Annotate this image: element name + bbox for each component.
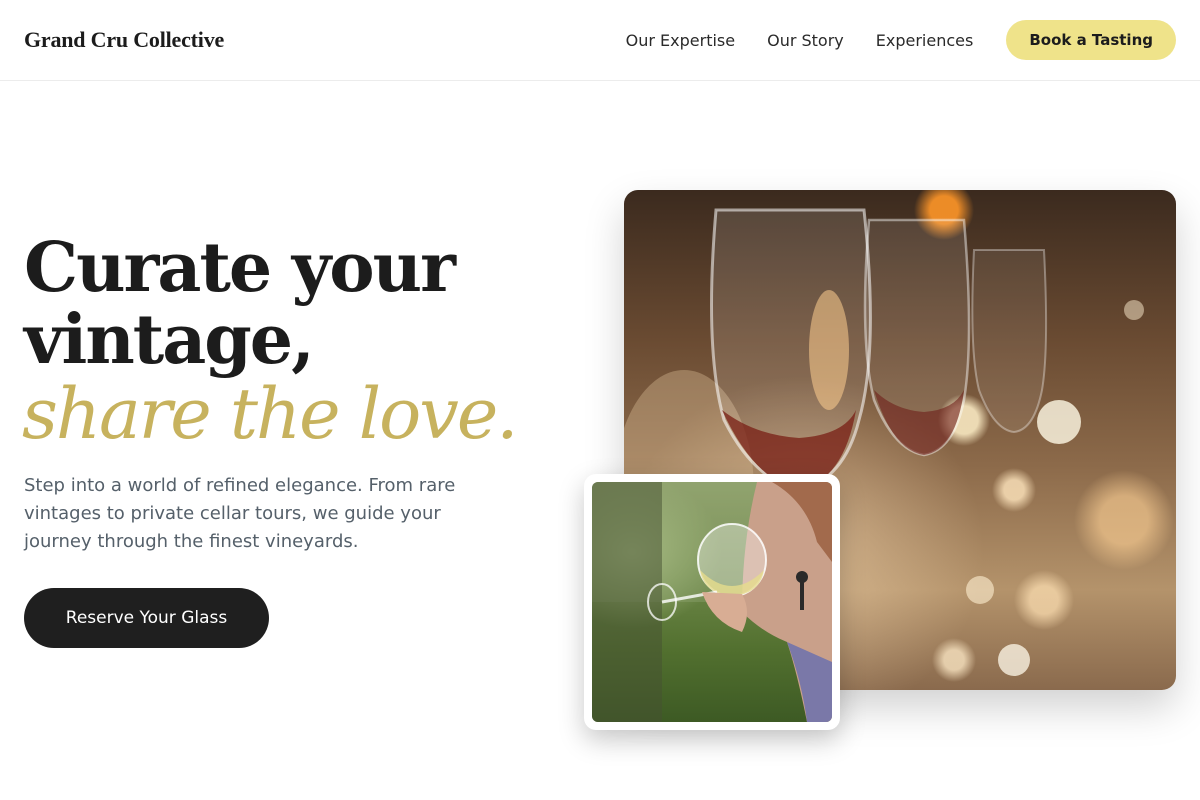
- nav-link-our-story[interactable]: Our Story: [767, 31, 844, 50]
- hero-title: Curate your vintage,: [24, 228, 456, 380]
- hero-subtitle: Step into a world of refined elegance. F…: [24, 475, 456, 552]
- brand-logo[interactable]: Grand Cru Collective: [24, 27, 224, 53]
- woman-tasting-wine-photo: [592, 482, 832, 722]
- nav-link-our-expertise[interactable]: Our Expertise: [626, 31, 735, 50]
- nav-link-experiences[interactable]: Experiences: [876, 31, 974, 50]
- hero-title-line-2: vintage,: [24, 300, 315, 380]
- book-tasting-button[interactable]: Book a Tasting: [1006, 20, 1176, 60]
- hero-accent-text: share the love.: [22, 373, 519, 455]
- hero-title-line-1: Curate your: [24, 228, 456, 308]
- reserve-glass-button[interactable]: Reserve Your Glass: [24, 588, 269, 648]
- woman-tasting-illustration: [592, 482, 832, 722]
- secondary-photo-card: [584, 474, 840, 730]
- main-nav: Our Expertise Our Story Experiences Book…: [626, 20, 1176, 60]
- site-header: Grand Cru Collective Our Expertise Our S…: [0, 0, 1200, 81]
